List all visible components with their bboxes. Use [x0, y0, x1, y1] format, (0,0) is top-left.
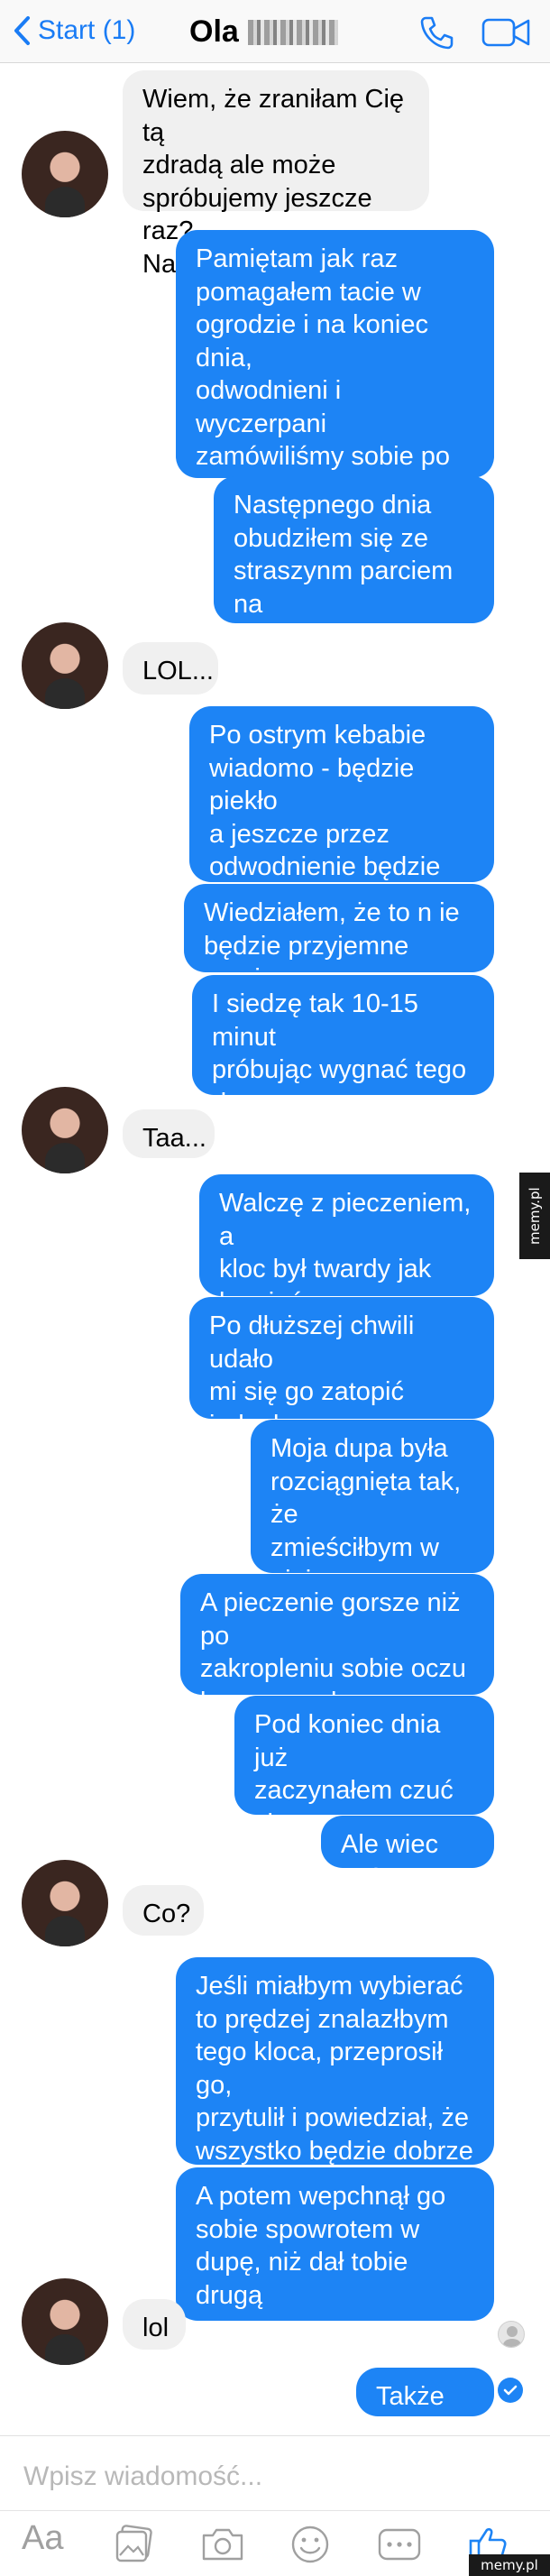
- contact-name[interactable]: Ola: [189, 14, 338, 50]
- message-outgoing[interactable]: Także elo: [356, 2368, 494, 2444]
- contact-avatar[interactable]: [22, 1087, 108, 1173]
- message-outgoing[interactable]: A pieczenie gorsze niż po zakropleniu so…: [180, 1574, 494, 1716]
- divider: [0, 2510, 550, 2511]
- contact-avatar[interactable]: [22, 622, 108, 709]
- contact-avatar[interactable]: [22, 131, 108, 217]
- chevron-left-icon: [14, 16, 30, 45]
- redacted-surname: [247, 19, 338, 45]
- message-outgoing[interactable]: A potem wepchnął go sobie spowrotem w du…: [176, 2167, 494, 2342]
- text-format-icon[interactable]: Aa: [22, 2519, 63, 2558]
- photo-icon[interactable]: [114, 2525, 155, 2567]
- message-input[interactable]: [23, 2456, 528, 2498]
- message-outgoing[interactable]: Następnego dnia obudziłem się ze straszy…: [214, 476, 494, 651]
- watermark-bottom: memy.pl: [469, 2554, 550, 2576]
- message-outgoing[interactable]: I siedzę tak 10-15 minut próbując wygnać…: [192, 975, 494, 1118]
- delivered-check-icon: [498, 2378, 523, 2403]
- message-incoming[interactable]: lol: [123, 2299, 186, 2350]
- message-outgoing[interactable]: Pamiętam jak raz pomagałem tacie w ogrod…: [176, 230, 494, 570]
- message-outgoing[interactable]: Wiedziałem, że to n ie będzie przyjemne …: [184, 884, 494, 993]
- back-button[interactable]: Start (1): [13, 13, 135, 49]
- phone-call-icon[interactable]: [417, 13, 456, 57]
- message-outgoing[interactable]: Ale wiec co?: [321, 1816, 494, 1892]
- conversation-header: Start (1) Ola: [0, 0, 550, 63]
- video-call-icon[interactable]: [481, 16, 532, 53]
- message-incoming[interactable]: Co?: [123, 1885, 204, 1936]
- message-incoming[interactable]: Wiem, że zraniłam Cię tą zdradą ale może…: [123, 70, 429, 279]
- message-outgoing[interactable]: Po ostrym kebabie wiadomo - będzie piekł…: [189, 706, 494, 915]
- more-icon[interactable]: [377, 2525, 422, 2567]
- message-outgoing[interactable]: Jeśli miałbym wybierać to prędzej znalaz…: [176, 1957, 494, 2166]
- seen-receipt-avatar: [498, 2321, 525, 2348]
- camera-icon[interactable]: [200, 2525, 245, 2567]
- message-outgoing[interactable]: Po dłuższej chwili udało mi się go zatop…: [189, 1297, 494, 1472]
- back-label: Start (1): [38, 15, 136, 45]
- composer: Aa: [0, 2435, 550, 2576]
- watermark-side: memy.pl: [519, 1173, 550, 1259]
- contact-avatar[interactable]: [22, 2278, 108, 2365]
- message-outgoing[interactable]: Pod koniec dnia już zaczynałem czuć się …: [234, 1696, 494, 1871]
- message-incoming[interactable]: Taa...: [123, 1109, 215, 1158]
- emoji-icon[interactable]: [290, 2525, 330, 2569]
- message-incoming[interactable]: LOL...: [123, 642, 218, 695]
- message-outgoing[interactable]: Walczę z pieczeniem, a kloc był twardy j…: [199, 1174, 494, 1317]
- message-outgoing[interactable]: Moja dupa była rozciągnięta tak, że zmie…: [251, 1420, 494, 1628]
- contact-avatar[interactable]: [22, 1860, 108, 1946]
